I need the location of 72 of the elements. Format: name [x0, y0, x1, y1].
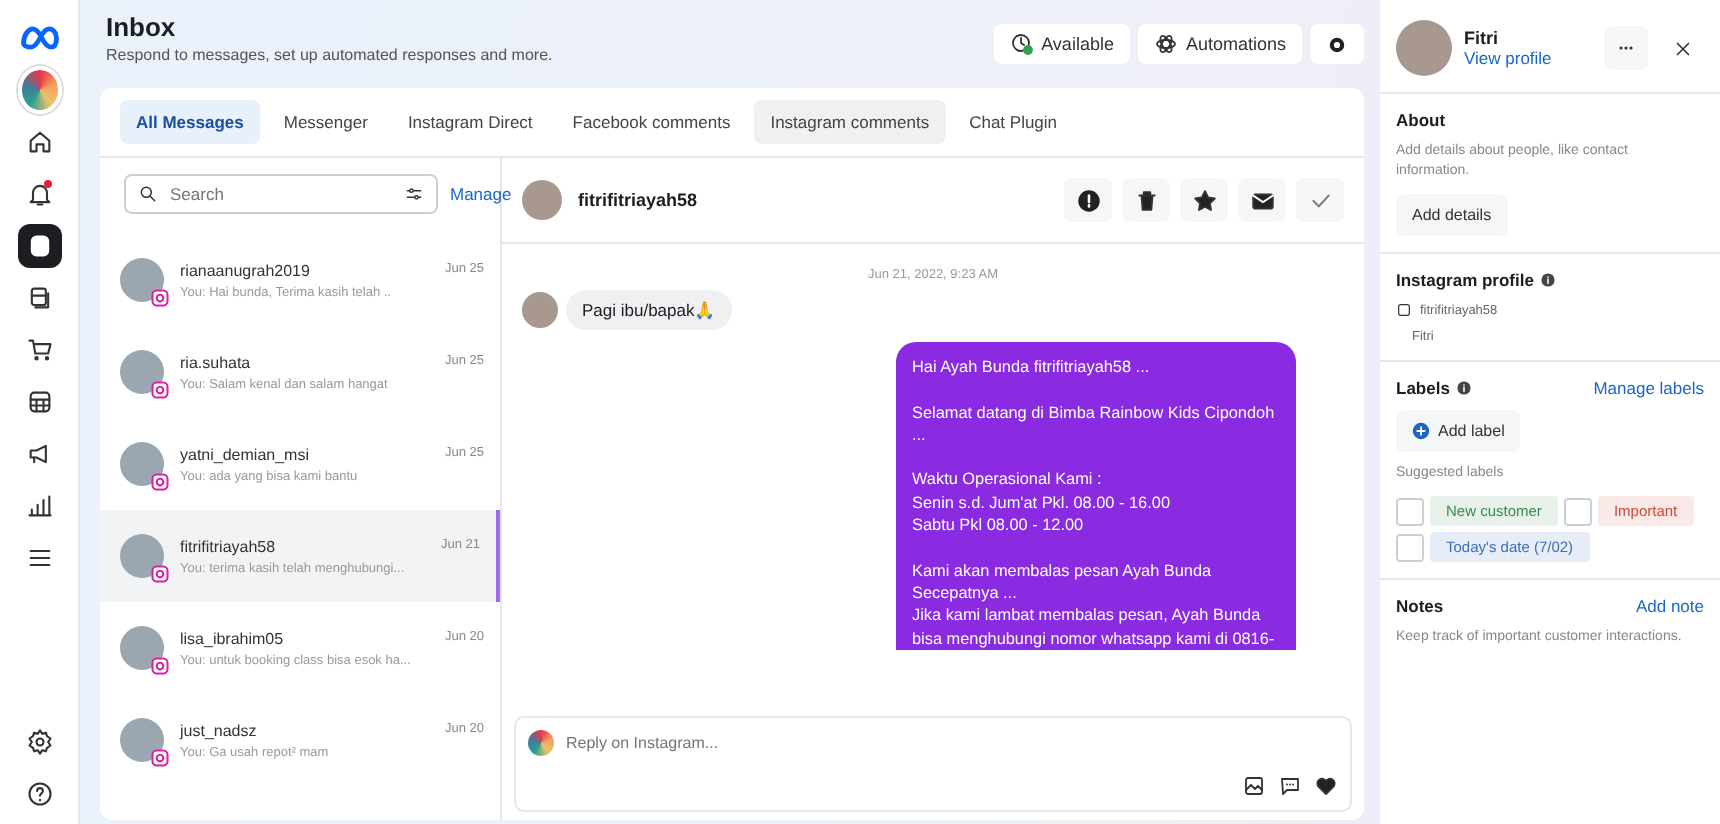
- alert-icon: [1075, 187, 1101, 213]
- contact-name: lisa_ibrahim05: [180, 629, 284, 647]
- heart-icon: [1314, 774, 1338, 798]
- bell-icon: [25, 180, 53, 208]
- star-icon: [1191, 187, 1217, 213]
- incoming-message: Pagi ibu/bapak🙏: [566, 290, 733, 330]
- close-icon: [1671, 37, 1693, 59]
- home-icon: [25, 128, 53, 156]
- outgoing-message: Hai Ayah Bunda fitrifitriayah58 ... Selamat datang di Bimba Rainbow Kids Cipondoh ... Waktu Operasional Kami : Senin s.d. Jum'at Pkl. 08.00 - 16.00 Sabtu Pkl 08.00 - 12.00 Kami akan membalas pesan Ayah Bunda Secepatnya ... Jika kami lambat membalas pesan, Ayah Bunda bisa menghubungi nomor whatsapp kami di 0816-: [896, 342, 1296, 650]
- speech-bubble-icon: [1278, 774, 1302, 798]
- contact-name: ria.suhata: [180, 353, 251, 371]
- contact-name: fitrifitriayah58: [578, 190, 700, 210]
- filter-tab[interactable]: Instagram comments: [754, 100, 946, 144]
- filter-tab[interactable]: All Messages: [120, 100, 260, 144]
- settings-button[interactable]: [1310, 24, 1364, 64]
- mail-button[interactable]: [1238, 178, 1286, 222]
- section-title: Labels: [1396, 378, 1450, 398]
- cart-icon: [25, 336, 53, 364]
- search-field[interactable]: Search: [166, 182, 396, 206]
- star-button[interactable]: [1180, 178, 1228, 222]
- megaphone-icon: [25, 440, 53, 468]
- avatar: [1396, 20, 1452, 76]
- page-title: Inbox: [106, 12, 178, 42]
- settings-icon: [1326, 33, 1348, 55]
- menu-icon: [25, 544, 53, 572]
- avatar: [522, 180, 562, 220]
- search-icon: [138, 184, 158, 204]
- stacked-pages-icon: [25, 284, 53, 312]
- page-avatar: [528, 730, 554, 756]
- section-title: Instagram profile: [1396, 270, 1534, 290]
- filter-sliders-icon: [404, 184, 424, 204]
- manage-link[interactable]: Manage: [450, 184, 512, 204]
- filter-tab[interactable]: Instagram Direct: [391, 100, 549, 144]
- search-box[interactable]: Search: [124, 174, 438, 214]
- image-icon: [1242, 774, 1266, 798]
- reply-field[interactable]: Reply on Instagram...: [562, 732, 1338, 754]
- calendar-icon: [25, 388, 53, 416]
- trash-button[interactable]: [1122, 178, 1170, 222]
- clock-icon: [1009, 32, 1034, 56]
- help-icon: [25, 780, 53, 808]
- add-label-button[interactable]: Add label: [1396, 410, 1521, 452]
- label-checkbox[interactable]: [1396, 497, 1424, 525]
- manage-labels-link[interactable]: Manage labels: [1593, 378, 1704, 398]
- filter-tab[interactable]: Chat Plugin: [953, 100, 1074, 144]
- contact-name: rianaanugrah2019: [180, 261, 310, 279]
- status-button[interactable]: Available: [993, 24, 1130, 64]
- sidebar-item[interactable]: [17, 224, 61, 268]
- contact-name: fitrifitriayah58: [180, 537, 276, 555]
- check-button[interactable]: [1296, 178, 1344, 222]
- page-subtitle: Respond to messages, set up automated responses and more.: [106, 46, 555, 64]
- section-title: Notes: [1396, 596, 1444, 616]
- label-checkbox[interactable]: [1563, 497, 1592, 525]
- bar-chart-icon: [25, 492, 53, 520]
- filter-tab[interactable]: Facebook comments: [556, 100, 747, 144]
- plus-icon: [1412, 422, 1430, 440]
- atom-icon: [1153, 32, 1178, 56]
- filter-tab[interactable]: Messenger: [267, 100, 384, 144]
- alert-button[interactable]: [1064, 178, 1112, 222]
- profile-name: Fitri: [1464, 28, 1500, 48]
- label-checkbox[interactable]: [1396, 533, 1424, 561]
- info-icon: [1539, 272, 1556, 288]
- section-title: About: [1396, 110, 1448, 130]
- avatar: [522, 292, 558, 328]
- add-details-button[interactable]: Add details: [1396, 194, 1508, 236]
- contact-name: yatni_demian_msi: [180, 445, 309, 463]
- view-profile-link[interactable]: View profile: [1464, 48, 1552, 68]
- contact-name: just_nadsz: [180, 721, 257, 739]
- trash-icon: [1133, 187, 1159, 213]
- settings-icon: [25, 728, 53, 756]
- add-note-link[interactable]: Add note: [1635, 596, 1704, 616]
- info-icon: [1455, 380, 1472, 396]
- automations-button[interactable]: Automations: [1137, 24, 1302, 64]
